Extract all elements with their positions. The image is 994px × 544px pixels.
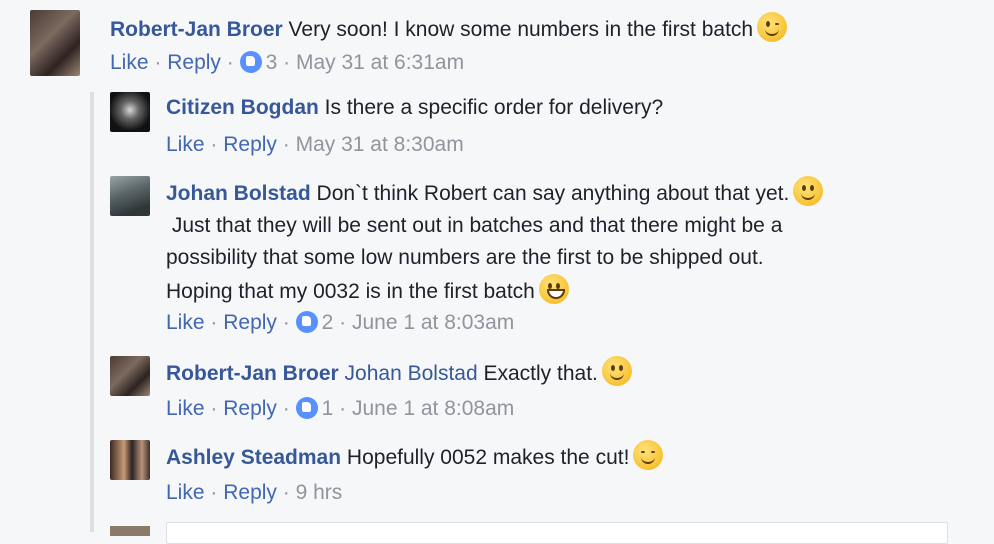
timestamp[interactable]: May 31 at 8:30am: [296, 133, 464, 156]
separator: ·: [210, 397, 218, 420]
like-link[interactable]: Like: [166, 481, 205, 504]
avatar[interactable]: [30, 10, 80, 76]
timestamp[interactable]: June 1 at 8:03am: [352, 311, 514, 334]
separator: ·: [210, 481, 218, 504]
like-link[interactable]: Like: [166, 311, 205, 334]
like-link[interactable]: Like: [166, 397, 205, 420]
wink-emoji-icon: [757, 12, 788, 42]
like-thumb-icon[interactable]: [239, 51, 262, 73]
reply-input[interactable]: [166, 522, 948, 544]
reply-link[interactable]: Reply: [223, 481, 277, 504]
timestamp[interactable]: May 31 at 6:31am: [296, 51, 464, 74]
like-count[interactable]: 2: [322, 311, 334, 334]
like-count[interactable]: 1: [322, 397, 334, 420]
reply-link[interactable]: Reply: [223, 397, 277, 420]
separator: ·: [210, 311, 218, 334]
smile-emoji-icon: [793, 176, 824, 206]
separator: ·: [339, 311, 347, 334]
separator: ·: [226, 51, 234, 74]
separator: ·: [339, 397, 347, 420]
reply-thread-bar: [90, 92, 94, 532]
comment-author[interactable]: Citizen Bogdan: [166, 96, 319, 119]
comment-text-line: Hoping that my 0032 is in the first batc…: [166, 280, 535, 303]
avatar[interactable]: [110, 92, 150, 132]
comment-author[interactable]: Johan Bolstad: [166, 182, 311, 205]
separator: ·: [283, 51, 291, 74]
separator: ·: [282, 133, 290, 156]
reply-avatar: [110, 526, 150, 536]
separator: ·: [282, 481, 290, 504]
comment-text-line: Don`t think Robert can say anything abou…: [316, 182, 790, 205]
avatar[interactable]: [110, 440, 150, 480]
like-link[interactable]: Like: [110, 51, 149, 74]
tagged-user-link[interactable]: Johan Bolstad: [345, 362, 478, 385]
like-thumb-icon[interactable]: [295, 311, 318, 333]
separator: ·: [282, 311, 290, 334]
comment-text-line: possibility that some low numbers are th…: [166, 246, 764, 269]
reply-link[interactable]: Reply: [223, 133, 277, 156]
separator: ·: [210, 133, 218, 156]
comment-text: Exactly that.: [483, 362, 598, 385]
like-link[interactable]: Like: [166, 133, 205, 156]
grin-emoji-icon: [538, 274, 569, 304]
separator: ·: [154, 51, 162, 74]
comment-text: Very soon! I know some numbers in the fi…: [288, 18, 754, 41]
avatar[interactable]: [110, 176, 150, 216]
avatar[interactable]: [110, 356, 150, 396]
comment-text: Is there a specific order for delivery?: [324, 96, 664, 119]
smile-emoji-icon: [601, 356, 632, 386]
like-count[interactable]: 3: [266, 51, 278, 74]
separator: ·: [282, 397, 290, 420]
comment-text: Hopefully 0052 makes the cut!: [346, 446, 630, 469]
timestamp[interactable]: June 1 at 8:08am: [352, 397, 514, 420]
reply-link[interactable]: Reply: [223, 311, 277, 334]
comment-text-line: Just that they will be sent out in batch…: [166, 214, 783, 237]
reply-link[interactable]: Reply: [167, 51, 221, 74]
comment-author[interactable]: Ashley Steadman: [166, 446, 341, 469]
blush-emoji-icon: [633, 440, 664, 470]
timestamp[interactable]: 9 hrs: [296, 481, 343, 504]
comment-author[interactable]: Robert-Jan Broer: [110, 18, 283, 41]
like-thumb-icon[interactable]: [295, 397, 318, 419]
comment-author[interactable]: Robert-Jan Broer: [166, 362, 339, 385]
